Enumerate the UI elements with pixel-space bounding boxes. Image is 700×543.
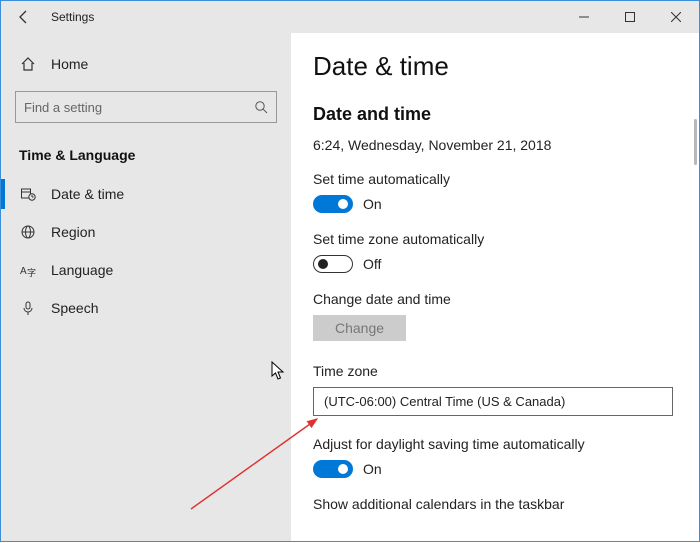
nav-label: Language (51, 262, 113, 278)
sidebar-item-language[interactable]: A字 Language (1, 251, 291, 289)
nav-label: Region (51, 224, 95, 240)
back-button[interactable] (1, 1, 47, 33)
nav-label: Speech (51, 300, 98, 316)
timezone-value: (UTC-06:00) Central Time (US & Canada) (324, 394, 565, 409)
sidebar-item-region[interactable]: Region (1, 213, 291, 251)
window-title: Settings (47, 10, 561, 24)
content-pane: Date & time Date and time 6:24, Wednesda… (291, 33, 699, 541)
sidebar: Home Find a setting Time & Language Date… (1, 33, 291, 541)
auto-tz-state: Off (363, 256, 381, 272)
titlebar: Settings (1, 1, 699, 33)
calendar-clock-icon (19, 185, 37, 203)
auto-time-toggle[interactable] (313, 195, 353, 213)
language-icon: A字 (19, 261, 37, 279)
arrow-left-icon (16, 9, 32, 25)
additional-calendars-label: Show additional calendars in the taskbar (313, 496, 699, 512)
maximize-button[interactable] (607, 1, 653, 33)
sidebar-item-speech[interactable]: Speech (1, 289, 291, 327)
page-title: Date & time (313, 51, 699, 82)
nav-label: Date & time (51, 186, 124, 202)
search-placeholder: Find a setting (24, 100, 102, 115)
svg-text:A: A (20, 266, 27, 277)
home-label: Home (51, 56, 88, 72)
scrollbar[interactable] (694, 119, 697, 165)
home-icon (19, 55, 37, 73)
dst-toggle[interactable] (313, 460, 353, 478)
svg-text:字: 字 (27, 267, 36, 278)
microphone-icon (19, 299, 37, 317)
current-datetime: 6:24, Wednesday, November 21, 2018 (313, 137, 699, 153)
dst-state: On (363, 461, 382, 477)
timezone-select[interactable]: (UTC-06:00) Central Time (US & Canada) (313, 387, 673, 416)
search-icon (254, 100, 268, 114)
sidebar-category: Time & Language (1, 141, 291, 175)
timezone-label: Time zone (313, 363, 699, 379)
search-input[interactable]: Find a setting (15, 91, 277, 123)
close-button[interactable] (653, 1, 699, 33)
change-dt-label: Change date and time (313, 291, 699, 307)
auto-tz-label: Set time zone automatically (313, 231, 699, 247)
globe-icon (19, 223, 37, 241)
change-button: Change (313, 315, 406, 341)
auto-time-label: Set time automatically (313, 171, 699, 187)
sidebar-item-date-time[interactable]: Date & time (1, 175, 291, 213)
auto-tz-toggle[interactable] (313, 255, 353, 273)
auto-time-state: On (363, 196, 382, 212)
window-controls (561, 1, 699, 33)
home-link[interactable]: Home (1, 47, 291, 81)
dst-label: Adjust for daylight saving time automati… (313, 436, 699, 452)
minimize-button[interactable] (561, 1, 607, 33)
section-title: Date and time (313, 104, 699, 125)
